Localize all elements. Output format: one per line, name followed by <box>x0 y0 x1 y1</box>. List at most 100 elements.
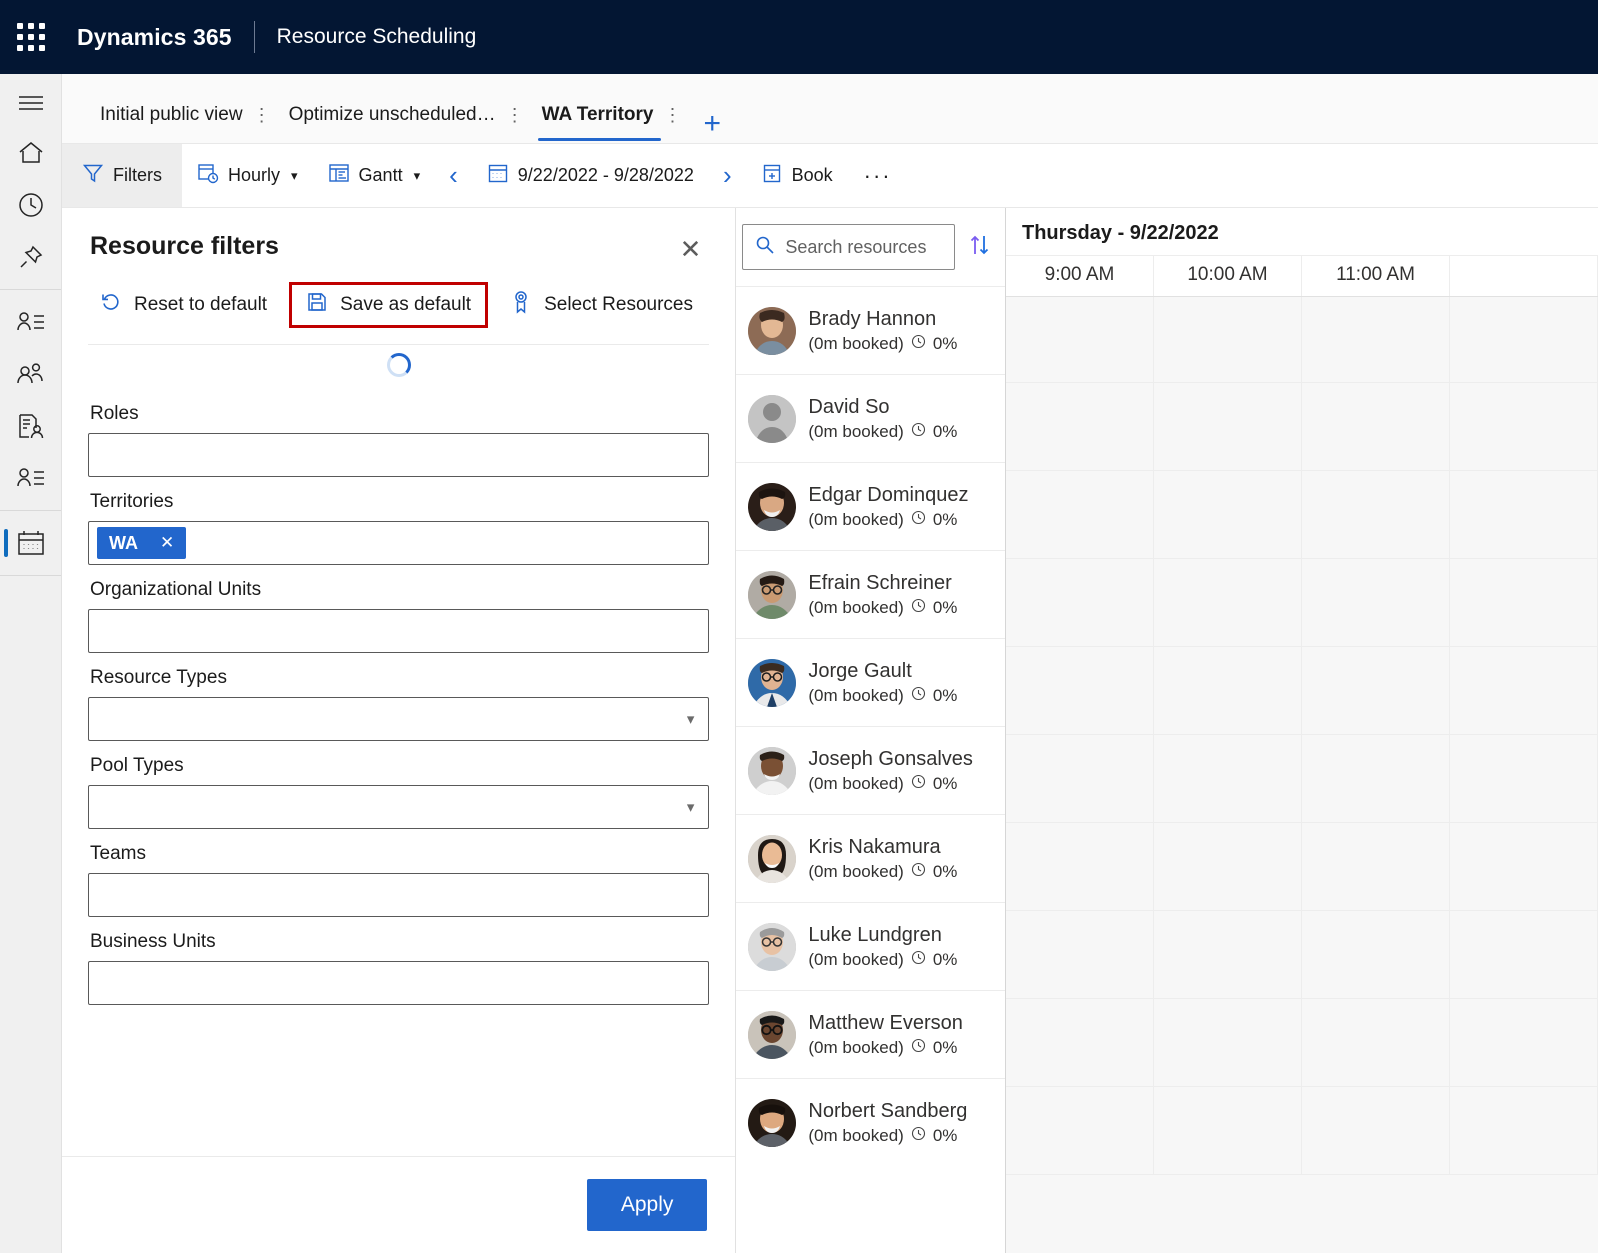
sidebar-item-home[interactable] <box>0 127 61 179</box>
schedule-cell[interactable] <box>1154 471 1302 558</box>
list-item[interactable]: Brady Hannon (0m booked) 0% <box>736 286 1005 374</box>
schedule-row[interactable] <box>1006 823 1598 911</box>
schedule-row[interactable] <box>1006 647 1598 735</box>
add-tab-button[interactable]: + <box>689 109 731 143</box>
list-item[interactable]: Norbert Sandberg (0m booked) 0% <box>736 1078 1005 1166</box>
date-range-button[interactable]: 9/22/2022 - 9/28/2022 <box>472 144 709 207</box>
select-resources-button[interactable]: Select Resources <box>498 282 705 328</box>
close-icon[interactable]: ✕ <box>674 232 708 266</box>
tab-overflow-icon[interactable]: ⋮ <box>504 106 526 124</box>
schedule-row[interactable] <box>1006 383 1598 471</box>
list-item[interactable]: Kris Nakamura (0m booked) 0% <box>736 814 1005 902</box>
schedule-cell[interactable] <box>1450 735 1598 822</box>
schedule-cell[interactable] <box>1154 823 1302 910</box>
schedule-cell[interactable] <box>1154 559 1302 646</box>
schedule-cell[interactable] <box>1302 647 1450 734</box>
schedule-cell[interactable] <box>1450 647 1598 734</box>
resource-types-select[interactable]: ▾ <box>88 697 709 741</box>
chevron-down-icon[interactable]: ▾ <box>687 710 695 728</box>
schedule-cell[interactable] <box>1450 297 1598 382</box>
reset-to-default-button[interactable]: Reset to default <box>88 283 279 327</box>
sidebar-item-recent[interactable] <box>0 179 61 231</box>
schedule-cell[interactable] <box>1154 735 1302 822</box>
list-item[interactable]: Luke Lundgren (0m booked) 0% <box>736 902 1005 990</box>
schedule-row[interactable] <box>1006 559 1598 647</box>
schedule-cell[interactable] <box>1006 647 1154 734</box>
sort-resources-button[interactable] <box>963 233 997 262</box>
schedule-cell[interactable] <box>1006 999 1154 1086</box>
next-period-button[interactable]: › <box>709 144 746 207</box>
list-item[interactable]: Matthew Everson (0m booked) 0% <box>736 990 1005 1078</box>
schedule-cell[interactable] <box>1154 911 1302 998</box>
tab-initial-public-view[interactable]: Initial public view ⋮ <box>90 87 273 143</box>
schedule-cell[interactable] <box>1006 823 1154 910</box>
schedule-cell[interactable] <box>1154 383 1302 470</box>
schedule-cell[interactable] <box>1006 735 1154 822</box>
tab-wa-territory[interactable]: WA Territory ⋮ <box>532 87 684 143</box>
schedule-row[interactable] <box>1006 1087 1598 1175</box>
schedule-cell[interactable] <box>1302 735 1450 822</box>
schedule-cell[interactable] <box>1450 911 1598 998</box>
roles-input[interactable] <box>88 433 709 477</box>
sidebar-item-schedule-board[interactable] <box>0 517 61 569</box>
schedule-cell[interactable] <box>1154 1087 1302 1174</box>
schedule-cell[interactable] <box>1302 383 1450 470</box>
search-resources-field[interactable]: Search resources <box>742 224 955 270</box>
book-button[interactable]: Book <box>746 144 848 207</box>
more-commands-button[interactable]: ··· <box>848 144 908 207</box>
sidebar-item-resources[interactable] <box>0 452 61 504</box>
schedule-cell[interactable] <box>1450 823 1598 910</box>
apply-button[interactable]: Apply <box>587 1179 708 1231</box>
sidebar-item-pinned[interactable] <box>0 231 61 283</box>
chevron-down-icon[interactable]: ▾ <box>687 798 695 816</box>
territories-input[interactable]: WA ✕ <box>88 521 709 565</box>
schedule-cell[interactable] <box>1450 999 1598 1086</box>
schedule-cell[interactable] <box>1006 559 1154 646</box>
list-item[interactable]: Joseph Gonsalves (0m booked) 0% <box>736 726 1005 814</box>
territory-token-wa[interactable]: WA ✕ <box>97 527 186 559</box>
schedule-cell[interactable] <box>1302 999 1450 1086</box>
schedule-cell[interactable] <box>1006 471 1154 558</box>
list-item[interactable]: Jorge Gault (0m booked) 0% <box>736 638 1005 726</box>
schedule-cell[interactable] <box>1006 911 1154 998</box>
schedule-cell[interactable] <box>1302 297 1450 382</box>
schedule-cell[interactable] <box>1154 647 1302 734</box>
site-map-toggle[interactable] <box>0 79 61 127</box>
schedule-cell[interactable] <box>1450 1087 1598 1174</box>
schedule-cell[interactable] <box>1006 297 1154 382</box>
schedule-cell[interactable] <box>1302 471 1450 558</box>
tab-optimize-unscheduled[interactable]: Optimize unscheduled… ⋮ <box>279 87 526 143</box>
tab-overflow-icon[interactable]: ⋮ <box>661 106 683 124</box>
schedule-cell[interactable] <box>1302 1087 1450 1174</box>
pool-types-select[interactable]: ▾ <box>88 785 709 829</box>
schedule-cell[interactable] <box>1450 471 1598 558</box>
gantt-view-button[interactable]: Gantt ▾ <box>313 144 436 207</box>
schedule-cell[interactable] <box>1006 1087 1154 1174</box>
list-item[interactable]: Efrain Schreiner (0m booked) 0% <box>736 550 1005 638</box>
list-item[interactable]: David So (0m booked) 0% <box>736 374 1005 462</box>
chevron-down-icon[interactable]: ▾ <box>414 168 421 184</box>
schedule-row[interactable] <box>1006 297 1598 383</box>
chevron-down-icon[interactable]: ▾ <box>291 168 298 184</box>
business-units-input[interactable] <box>88 961 709 1005</box>
sidebar-item-accounts[interactable] <box>0 296 61 348</box>
app-launcher-icon[interactable] <box>0 23 62 51</box>
filters-button[interactable]: Filters <box>62 144 182 207</box>
organizational-units-input[interactable] <box>88 609 709 653</box>
schedule-row[interactable] <box>1006 735 1598 823</box>
schedule-cell[interactable] <box>1006 383 1154 470</box>
schedule-cell[interactable] <box>1302 559 1450 646</box>
schedule-row[interactable] <box>1006 471 1598 559</box>
schedule-cell[interactable] <box>1302 911 1450 998</box>
tab-overflow-icon[interactable]: ⋮ <box>251 106 273 124</box>
schedule-cell[interactable] <box>1154 999 1302 1086</box>
schedule-cell[interactable] <box>1450 383 1598 470</box>
schedule-cell[interactable] <box>1154 297 1302 382</box>
sidebar-item-work-orders[interactable] <box>0 400 61 452</box>
schedule-cell[interactable] <box>1450 559 1598 646</box>
schedule-cell[interactable] <box>1302 823 1450 910</box>
list-item[interactable]: Edgar Dominquez (0m booked) 0% <box>736 462 1005 550</box>
teams-input[interactable] <box>88 873 709 917</box>
sidebar-item-contacts[interactable] <box>0 348 61 400</box>
token-remove-icon[interactable]: ✕ <box>160 533 174 553</box>
